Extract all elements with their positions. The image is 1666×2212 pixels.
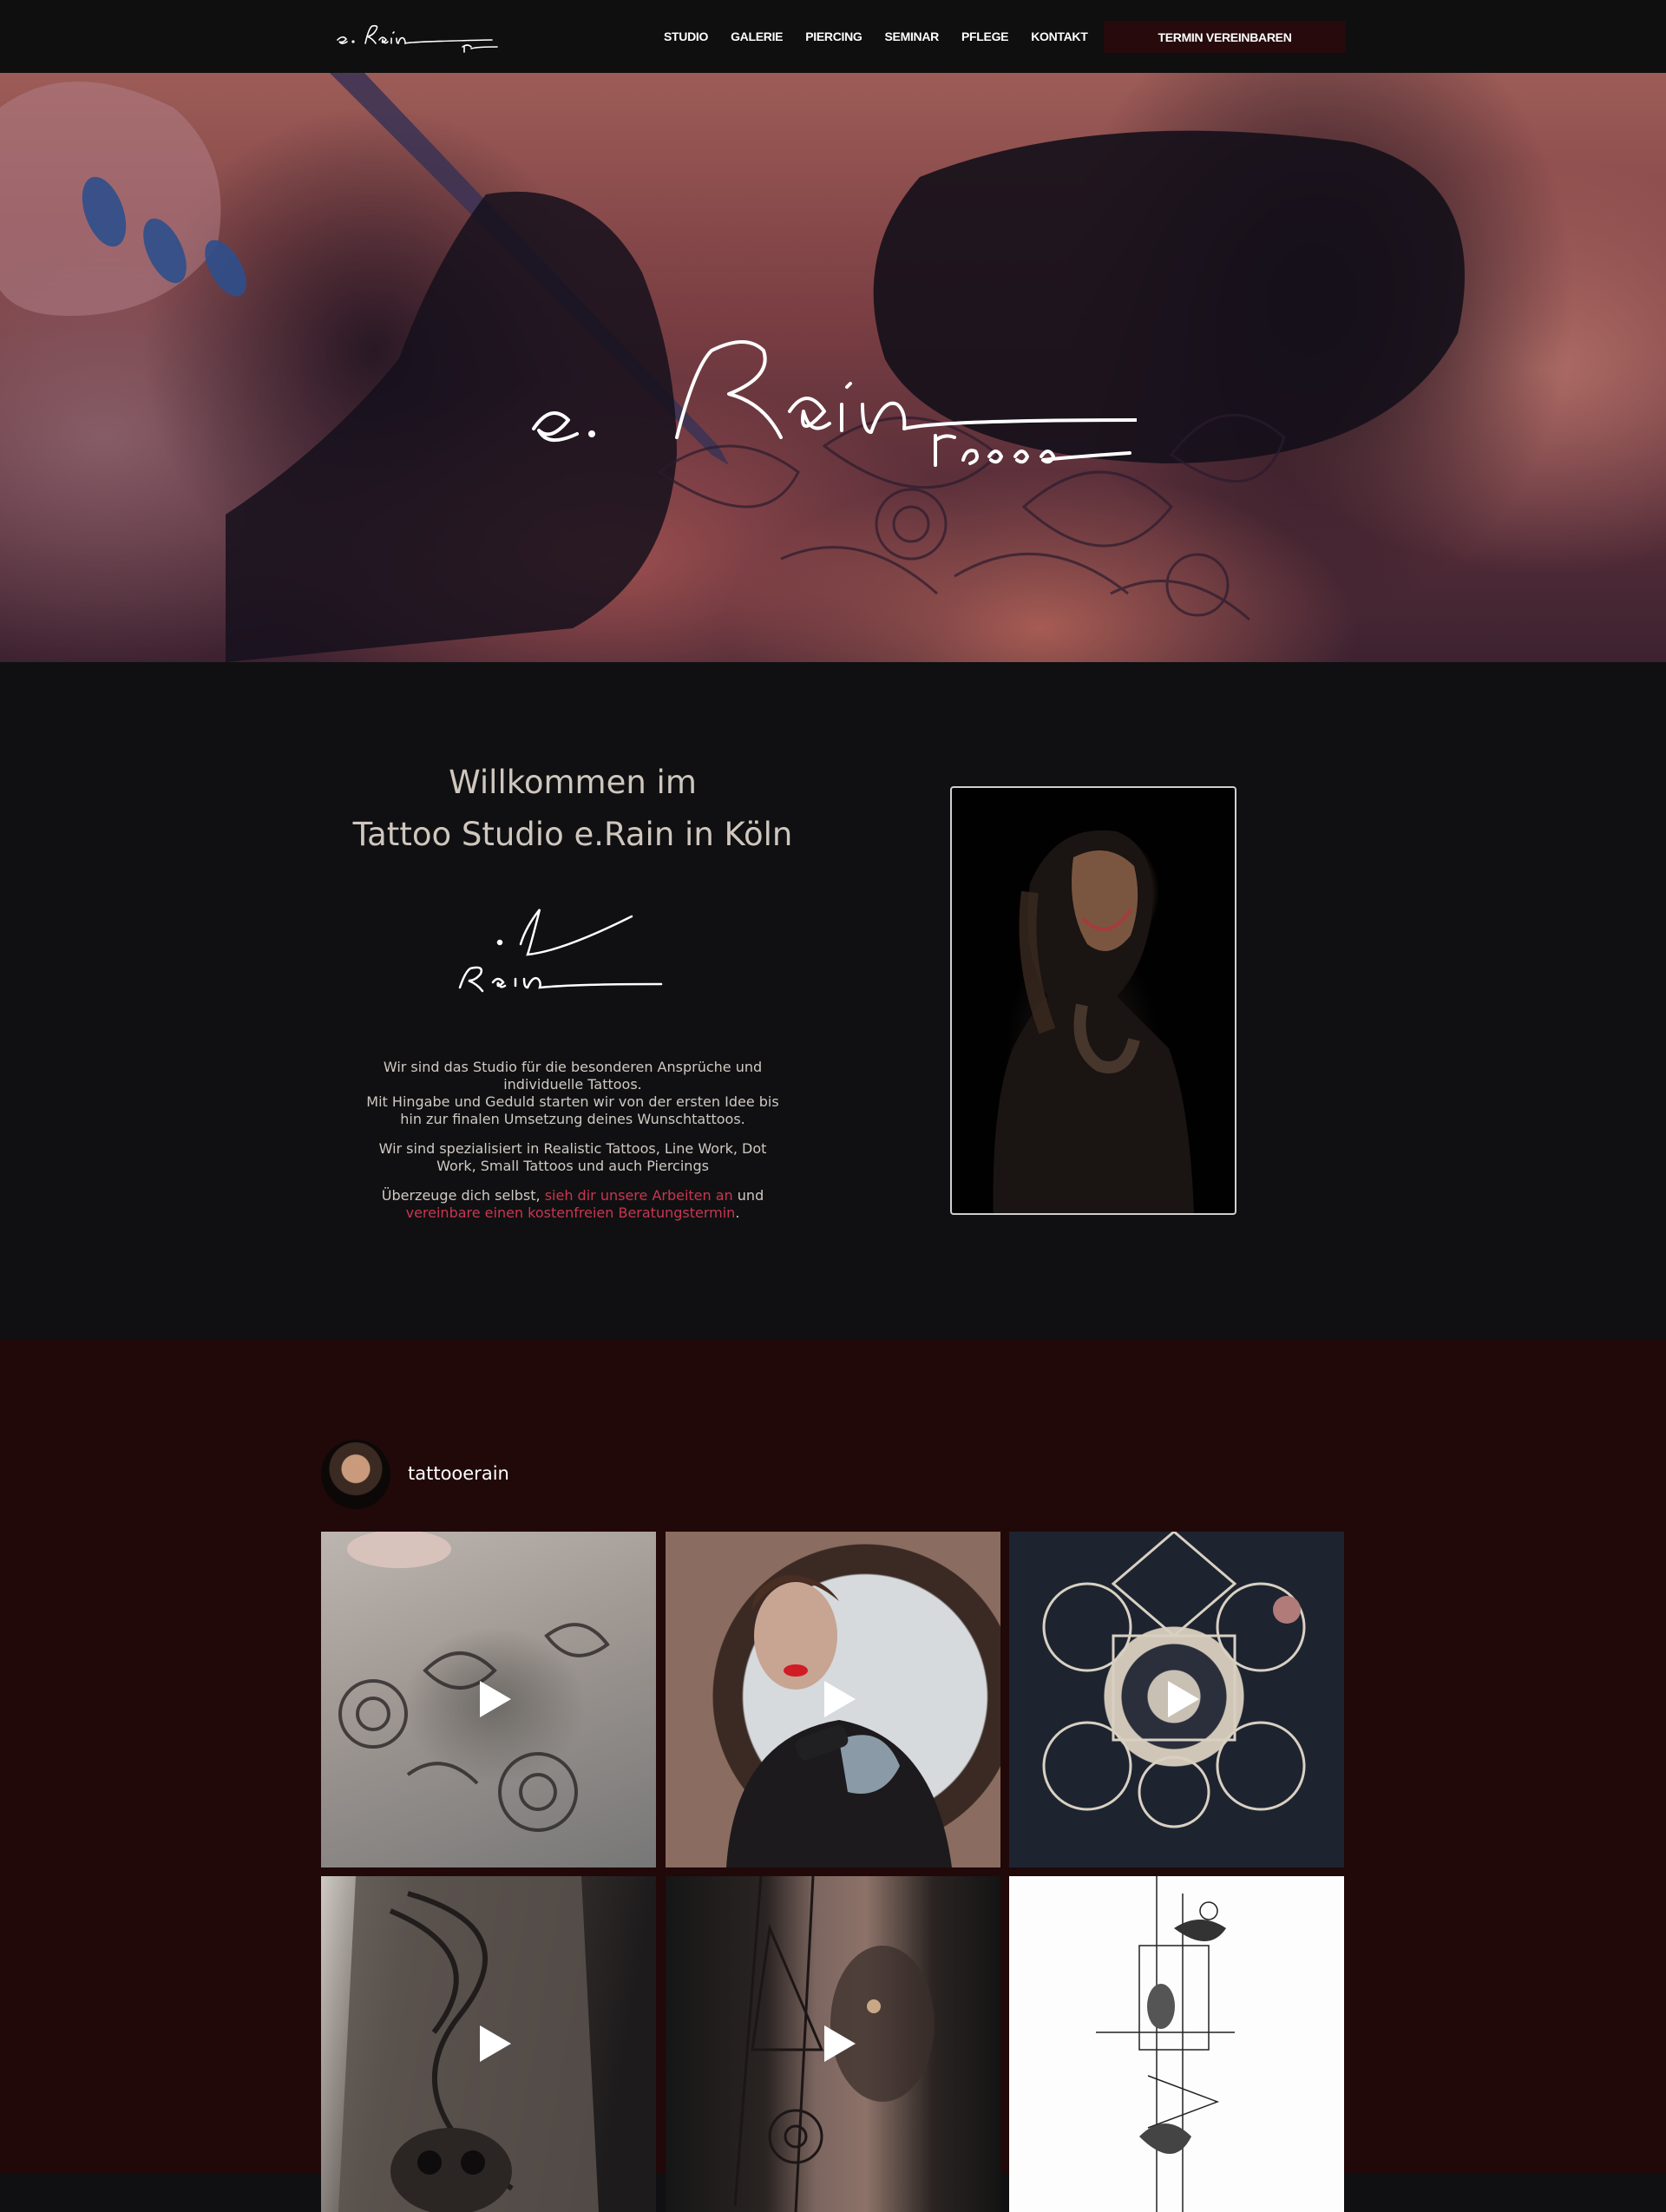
nav-item-studio[interactable]: STUDIO bbox=[664, 30, 708, 43]
instagram-username[interactable]: tattooerain bbox=[408, 1463, 509, 1484]
nav-item-pflege[interactable]: PFLEGE bbox=[961, 30, 1009, 43]
book-appointment-button[interactable]: TERMIN VEREINBAREN bbox=[1104, 21, 1346, 53]
play-icon bbox=[1168, 1681, 1199, 1717]
instagram-post-6[interactable] bbox=[1009, 1876, 1344, 2212]
instagram-feed: tattooerain bbox=[0, 1340, 1666, 2212]
instagram-avatar[interactable] bbox=[321, 1440, 390, 1509]
top-navbar: STUDIO GALERIE PIERCING SEMINAR PFLEGE K… bbox=[0, 0, 1666, 73]
instagram-post-2[interactable] bbox=[666, 1532, 1000, 1867]
instagram-post-1[interactable] bbox=[321, 1532, 656, 1867]
nav-logo[interactable] bbox=[332, 17, 506, 56]
gallery-link[interactable]: sieh dir unsere Arbeiten an bbox=[545, 1187, 733, 1204]
welcome-section: Willkommen im Tattoo Studio e.Rain in Kö… bbox=[0, 662, 1666, 1340]
nav-item-seminar[interactable]: SEMINAR bbox=[885, 30, 940, 43]
welcome-description: Wir sind das Studio für die besonderen A… bbox=[360, 1059, 785, 1234]
welcome-intro-line1: Wir sind das Studio für die besonderen A… bbox=[383, 1059, 763, 1093]
hero-banner bbox=[0, 73, 1666, 662]
welcome-title-line2: Tattoo Studio e.Rain in Köln bbox=[352, 816, 793, 853]
nav-item-piercing[interactable]: PIERCING bbox=[805, 30, 863, 43]
welcome-paragraph-specialties: Wir sind spezialisiert in Realistic Tatt… bbox=[378, 1140, 767, 1174]
signature-logo bbox=[458, 909, 663, 993]
play-icon bbox=[480, 1681, 511, 1717]
cta-suffix-text: . bbox=[735, 1204, 740, 1221]
play-icon bbox=[480, 2025, 511, 2062]
welcome-title-line1: Willkommen im bbox=[449, 764, 697, 801]
welcome-intro-line2: Mit Hingabe und Geduld starten wir von d… bbox=[366, 1093, 779, 1127]
instagram-post-3[interactable] bbox=[1009, 1532, 1344, 1867]
instagram-post-4[interactable] bbox=[321, 1876, 656, 2212]
welcome-paragraph-cta: Überzeuge dich selbst, sieh dir unsere A… bbox=[360, 1187, 785, 1222]
post-6-image bbox=[1096, 1876, 1235, 2212]
cta-mid-text: und bbox=[732, 1187, 764, 1204]
consultation-link[interactable]: vereinbare einen kostenfreien Beratungst… bbox=[406, 1204, 736, 1221]
nav-item-galerie[interactable]: GALERIE bbox=[731, 30, 783, 43]
hero-logo bbox=[532, 340, 1137, 467]
cta-prefix-text: Überzeuge dich selbst, bbox=[381, 1187, 545, 1204]
instagram-post-5[interactable] bbox=[666, 1876, 1000, 2212]
nav-item-kontakt[interactable]: KONTAKT bbox=[1031, 30, 1088, 43]
play-icon bbox=[824, 1681, 856, 1717]
play-icon bbox=[824, 2025, 856, 2062]
welcome-paragraph-intro: Wir sind das Studio für die besonderen A… bbox=[360, 1059, 785, 1128]
artist-portrait-image bbox=[950, 786, 1236, 1215]
main-menu: STUDIO GALERIE PIERCING SEMINAR PFLEGE K… bbox=[664, 26, 1111, 47]
artist-portrait-figure bbox=[993, 830, 1194, 1213]
